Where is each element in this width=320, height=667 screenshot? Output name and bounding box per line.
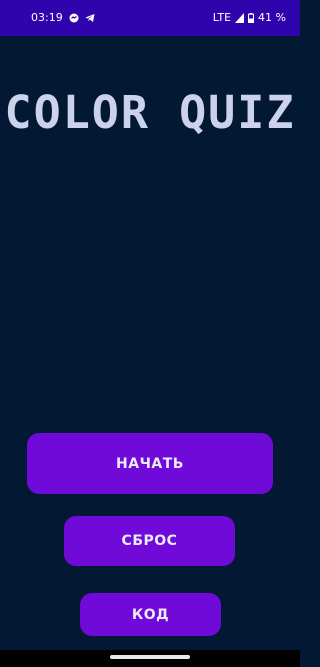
reset-button[interactable]: СБРОС (64, 516, 235, 566)
messenger-icon (69, 13, 79, 23)
navigation-bar (0, 650, 300, 667)
battery-icon (248, 12, 255, 23)
app-screen: 03:19 LTE 41 % COLOR QUIZ НАЧАТЬ СБРОС К… (0, 0, 300, 667)
start-button[interactable]: НАЧАТЬ (27, 433, 273, 494)
battery-level: 41 % (258, 11, 286, 24)
home-indicator[interactable] (110, 655, 190, 659)
code-button[interactable]: КОД (80, 593, 221, 636)
status-bar: 03:19 LTE 41 % (0, 0, 300, 36)
status-right: LTE 41 % (213, 11, 286, 24)
signal-icon (235, 12, 245, 23)
status-left: 03:19 (31, 11, 95, 24)
network-type: LTE (212, 11, 232, 24)
app-title: COLOR QUIZ (4, 86, 296, 139)
status-time: 03:19 (31, 11, 63, 24)
telegram-icon (85, 13, 95, 23)
